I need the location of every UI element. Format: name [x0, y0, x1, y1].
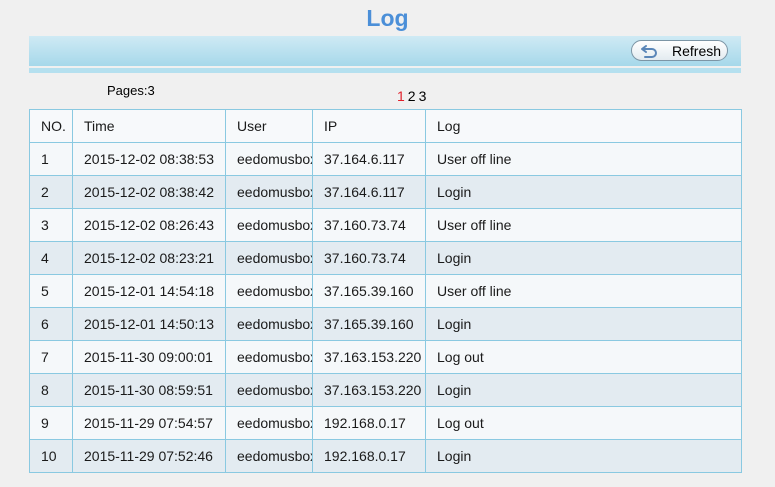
log-table: NO. Time User IP Log 1 2015-12-02 08:38:5…: [29, 109, 742, 473]
table-row: 10 2015-11-29 07:52:46 eedomusbox 192.168.0…: [29, 439, 742, 473]
cell-no: 6: [29, 307, 73, 341]
cell-ip: 37.165.39.160: [312, 274, 426, 308]
page-link-3[interactable]: 3: [419, 88, 427, 104]
cell-log: Login: [425, 373, 742, 407]
cell-user: eedomusbox: [225, 439, 313, 473]
cell-ip: 192.168.0.17: [312, 406, 426, 440]
table-row: 5 2015-12-01 14:54:18 eedomusbox 37.165.39.…: [29, 274, 742, 308]
cell-user: eedomusbox: [225, 241, 313, 275]
cell-ip: 37.165.39.160: [312, 307, 426, 341]
cell-user: eedomusbox: [225, 406, 313, 440]
table-row: 3 2015-12-02 08:26:43 eedomusbox 37.160.73.…: [29, 208, 742, 242]
cell-time: 2015-12-01 14:50:13: [72, 307, 226, 341]
cell-no: 7: [29, 340, 73, 374]
cell-time: 2015-12-01 14:54:18: [72, 274, 226, 308]
page-link-2[interactable]: 2: [408, 88, 416, 104]
cell-no: 2: [29, 175, 73, 209]
table-row: 4 2015-12-02 08:23:21 eedomusbox 37.160.73.…: [29, 241, 742, 275]
column-header-user: User: [225, 109, 313, 143]
table-row: 7 2015-11-30 09:00:01 eedomusbox 37.163.153…: [29, 340, 742, 374]
column-header-log: Log: [425, 109, 742, 143]
refresh-button[interactable]: Refresh: [631, 40, 728, 61]
cell-time: 2015-12-02 08:38:53: [72, 142, 226, 176]
table-row: 2 2015-12-02 08:38:42 eedomusbox 37.164.6.1…: [29, 175, 742, 209]
toolbar-divider: [29, 68, 741, 73]
cell-no: 10: [29, 439, 73, 473]
cell-no: 1: [29, 142, 73, 176]
cell-ip: 192.168.0.17: [312, 439, 426, 473]
cell-time: 2015-11-29 07:52:46: [72, 439, 226, 473]
table-row: 8 2015-11-30 08:59:51 eedomusbox 37.163.153…: [29, 373, 742, 407]
cell-log: Login: [425, 307, 742, 341]
cell-no: 4: [29, 241, 73, 275]
pages-count: Pages:3: [107, 83, 155, 98]
cell-user: eedomusbox: [225, 340, 313, 374]
cell-user: eedomusbox: [225, 208, 313, 242]
cell-time: 2015-11-29 07:54:57: [72, 406, 226, 440]
log-table-body: 1 2015-12-02 08:38:53 eedomusbox 37.164.6.1…: [29, 142, 742, 473]
table-header-row: NO. Time User IP Log: [29, 109, 742, 143]
cell-user: eedomusbox: [225, 142, 313, 176]
cell-log: User off line: [425, 208, 742, 242]
column-header-no: NO.: [29, 109, 73, 143]
column-header-ip: IP: [312, 109, 426, 143]
cell-log: Log out: [425, 406, 742, 440]
cell-user: eedomusbox: [225, 307, 313, 341]
cell-log: User off line: [425, 274, 742, 308]
cell-log: Log out: [425, 340, 742, 374]
page-link-1[interactable]: 1: [397, 88, 405, 104]
cell-no: 9: [29, 406, 73, 440]
table-row: 9 2015-11-29 07:54:57 eedomusbox 192.168.0.…: [29, 406, 742, 440]
undo-arrow-icon: [641, 45, 657, 58]
cell-log: Login: [425, 241, 742, 275]
cell-ip: 37.164.6.117: [312, 142, 426, 176]
refresh-label: Refresh: [672, 43, 722, 59]
cell-time: 2015-12-02 08:38:42: [72, 175, 226, 209]
table-row: 1 2015-12-02 08:38:53 eedomusbox 37.164.6.1…: [29, 142, 742, 176]
cell-no: 8: [29, 373, 73, 407]
cell-ip: 37.163.153.220: [312, 373, 426, 407]
cell-ip: 37.164.6.117: [312, 175, 426, 209]
cell-ip: 37.160.73.74: [312, 241, 426, 275]
cell-user: eedomusbox: [225, 175, 313, 209]
cell-log: Login: [425, 175, 742, 209]
cell-no: 3: [29, 208, 73, 242]
cell-user: eedomusbox: [225, 274, 313, 308]
cell-ip: 37.160.73.74: [312, 208, 426, 242]
cell-time: 2015-12-02 08:26:43: [72, 208, 226, 242]
cell-log: User off line: [425, 142, 742, 176]
column-header-time: Time: [72, 109, 226, 143]
cell-time: 2015-11-30 08:59:51: [72, 373, 226, 407]
cell-user: eedomusbox: [225, 373, 313, 407]
table-row: 6 2015-12-01 14:50:13 eedomusbox 37.165.39.…: [29, 307, 742, 341]
cell-log: Login: [425, 439, 742, 473]
cell-time: 2015-11-30 09:00:01: [72, 340, 226, 374]
cell-ip: 37.163.153.220: [312, 340, 426, 374]
cell-no: 5: [29, 274, 73, 308]
pager: 123: [397, 88, 429, 104]
page-title: Log: [366, 5, 409, 31]
cell-time: 2015-12-02 08:23:21: [72, 241, 226, 275]
